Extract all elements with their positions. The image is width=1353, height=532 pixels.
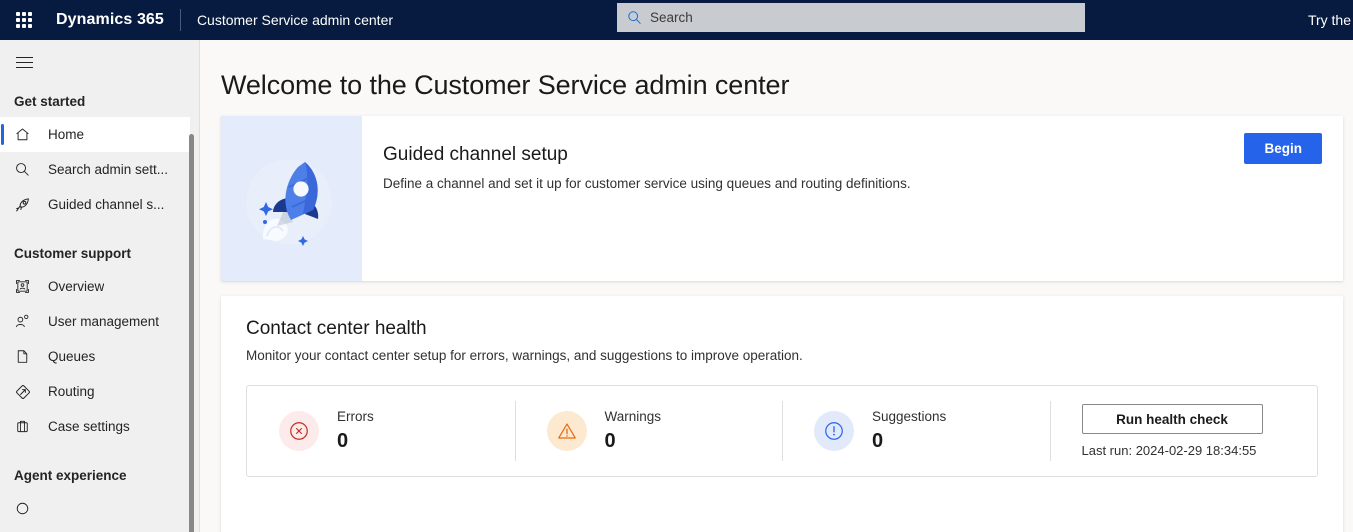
left-navigation-sidebar: Get started Home Search admin sett... Gu… <box>0 40 200 532</box>
sidebar-item-routing[interactable]: Routing <box>0 374 190 409</box>
home-icon <box>14 125 38 145</box>
run-health-check-button[interactable]: Run health check <box>1081 404 1263 434</box>
brand-title: Dynamics 365 <box>56 11 164 28</box>
metric-text: Errors 0 <box>337 408 374 454</box>
metric-label: Errors <box>337 409 374 424</box>
app-launcher-button[interactable] <box>0 0 48 40</box>
nav-group-title-customer-support: Customer support <box>14 246 132 261</box>
guided-card-body: Guided channel setup Define a channel an… <box>362 116 1343 281</box>
warning-triangle-icon <box>546 411 587 451</box>
error-circle-icon <box>279 411 319 451</box>
sidebar-collapse-button[interactable] <box>4 40 44 84</box>
metric-label: Suggestions <box>872 409 947 424</box>
sidebar-item-label: Queues <box>48 349 96 364</box>
sidebar-item-label: Case settings <box>48 419 130 434</box>
sidebar-scrollbar-track[interactable] <box>189 87 197 532</box>
health-action-area: Run health check Last run: 2024-02-29 18… <box>1049 401 1318 461</box>
sidebar-item-overview[interactable]: Overview <box>0 269 190 304</box>
main-content-area: Welcome to the Customer Service admin ce… <box>200 40 1353 532</box>
user-icon <box>14 312 38 332</box>
health-card-heading: Contact center health <box>246 318 427 339</box>
guided-channel-setup-card: Guided channel setup Define a channel an… <box>221 116 1343 281</box>
nav-group-title-agent-experience: Agent experience <box>14 468 127 483</box>
top-header-bar: Dynamics 365 Customer Service admin cent… <box>0 0 1353 40</box>
global-search-box[interactable]: Search <box>617 3 1085 32</box>
sidebar-item-home[interactable]: Home <box>0 117 190 152</box>
sidebar-item-partial[interactable] <box>0 491 190 526</box>
sidebar-item-queues[interactable]: Queues <box>0 339 190 374</box>
sidebar-item-search-admin-settings[interactable]: Search admin sett... <box>0 152 190 187</box>
sidebar-scrollbar-thumb[interactable] <box>189 134 194 532</box>
briefcase-icon <box>14 417 38 437</box>
sidebar-item-label: Search admin sett... <box>48 162 169 177</box>
sidebar-item-case-settings[interactable]: Case settings <box>0 409 190 444</box>
health-metrics-container: Errors 0 Warnings 0 Suggestions 0 Run he… <box>246 385 1318 477</box>
metric-value: 0 <box>604 430 616 452</box>
hamburger-menu-icon <box>15 56 33 68</box>
info-circle-icon <box>814 411 854 451</box>
app-name-label: Customer Service admin center <box>196 12 394 28</box>
metric-value: 0 <box>872 430 884 452</box>
sidebar-item-user-management[interactable]: User management <box>0 304 190 339</box>
rocket-illustration <box>221 116 362 281</box>
begin-button[interactable]: Begin <box>1244 133 1322 164</box>
workspace-icon <box>14 499 38 519</box>
app-launcher-waffle-icon <box>16 12 32 28</box>
sidebar-item-label: Overview <box>48 279 105 294</box>
search-input-placeholder: Search <box>650 10 693 25</box>
sidebar-scroll-content: Get started Home Search admin sett... Gu… <box>0 40 190 526</box>
overview-icon <box>14 277 38 297</box>
guided-card-heading: Guided channel setup <box>383 144 568 165</box>
nav-group-title-get-started: Get started <box>14 94 86 109</box>
contact-center-health-card: Contact center health Monitor your conta… <box>221 296 1343 532</box>
sidebar-item-label: Guided channel s... <box>48 197 165 212</box>
sidebar-item-guided-channel-setup[interactable]: Guided channel s... <box>0 187 190 222</box>
try-the-label[interactable]: Try the <box>1308 12 1351 28</box>
queue-page-icon <box>14 347 38 367</box>
routing-diamond-icon <box>14 382 38 402</box>
last-run-label: Last run: 2024-02-29 18:34:55 <box>1081 443 1257 458</box>
brand-divider <box>179 9 181 31</box>
metric-warnings: Warnings 0 <box>514 401 783 461</box>
sidebar-item-label: Routing <box>48 384 95 399</box>
metric-text: Suggestions 0 <box>872 408 946 454</box>
metric-errors: Errors 0 <box>247 401 515 461</box>
guided-card-description: Define a channel and set it up for custo… <box>383 176 911 191</box>
health-card-description: Monitor your contact center setup for er… <box>246 348 803 363</box>
page-title: Welcome to the Customer Service admin ce… <box>221 70 790 100</box>
metric-label: Warnings <box>604 409 662 424</box>
sidebar-item-label: User management <box>48 314 160 329</box>
sidebar-item-label: Home <box>48 127 85 142</box>
metric-text: Warnings 0 <box>605 408 662 454</box>
search-icon <box>628 11 641 25</box>
metric-suggestions: Suggestions 0 <box>782 401 1050 461</box>
topbar-right-area: Try the <box>1308 0 1353 40</box>
search-icon <box>14 160 38 180</box>
rocket-icon <box>14 195 38 215</box>
metric-value: 0 <box>337 430 349 452</box>
